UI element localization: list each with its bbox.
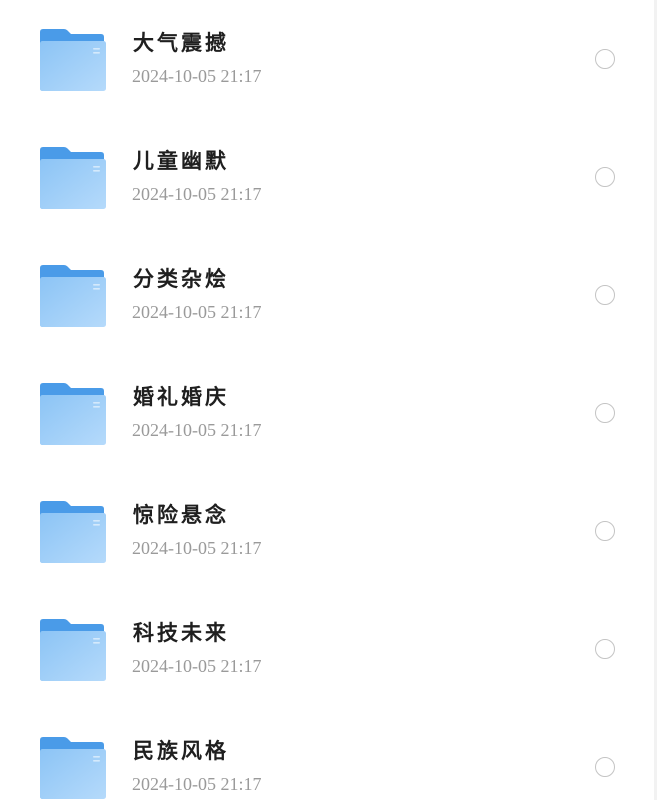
folder-list: 大气震撼 2024-10-05 21:17 儿童幽默 2024-10-05 21… [0, 0, 657, 800]
select-radio-button[interactable] [595, 285, 615, 305]
folder-modified-time: 2024-10-05 21:17 [132, 302, 262, 322]
select-radio-button[interactable] [595, 521, 615, 541]
folder-name: 分类杂烩 [133, 266, 229, 291]
folder-name: 民族风格 [133, 738, 229, 763]
folder-modified-time: 2024-10-05 21:17 [132, 538, 262, 558]
folder-row[interactable]: 惊险悬念 2024-10-05 21:17 [0, 472, 657, 590]
folder-row[interactable]: 儿童幽默 2024-10-05 21:17 [0, 118, 657, 236]
folder-row[interactable]: 分类杂烩 2024-10-05 21:17 [0, 236, 657, 354]
select-radio-button[interactable] [595, 757, 615, 777]
folder-modified-time: 2024-10-05 21:17 [132, 184, 262, 204]
folder-row[interactable]: 民族风格 2024-10-05 21:17 [0, 708, 657, 800]
folder-name: 大气震撼 [133, 30, 229, 55]
folder-row[interactable]: 婚礼婚庆 2024-10-05 21:17 [0, 354, 657, 472]
folder-modified-time: 2024-10-05 21:17 [132, 656, 262, 676]
select-radio-button[interactable] [595, 403, 615, 423]
folder-modified-time: 2024-10-05 21:17 [132, 66, 262, 86]
select-radio-button[interactable] [595, 167, 615, 187]
folder-icon [38, 382, 108, 446]
select-radio-button[interactable] [595, 49, 615, 69]
folder-name: 婚礼婚庆 [133, 384, 229, 409]
folder-name: 惊险悬念 [133, 502, 229, 527]
folder-name: 科技未来 [133, 620, 229, 645]
folder-icon [38, 28, 108, 92]
folder-modified-time: 2024-10-05 21:17 [132, 420, 262, 440]
folder-name: 儿童幽默 [133, 148, 229, 173]
folder-icon [38, 264, 108, 328]
folder-modified-time: 2024-10-05 21:17 [132, 774, 262, 794]
folder-icon [38, 500, 108, 564]
select-radio-button[interactable] [595, 639, 615, 659]
folder-icon [38, 736, 108, 800]
folder-icon [38, 146, 108, 210]
folder-row[interactable]: 大气震撼 2024-10-05 21:17 [0, 0, 657, 118]
folder-icon [38, 618, 108, 682]
folder-row[interactable]: 科技未来 2024-10-05 21:17 [0, 590, 657, 708]
